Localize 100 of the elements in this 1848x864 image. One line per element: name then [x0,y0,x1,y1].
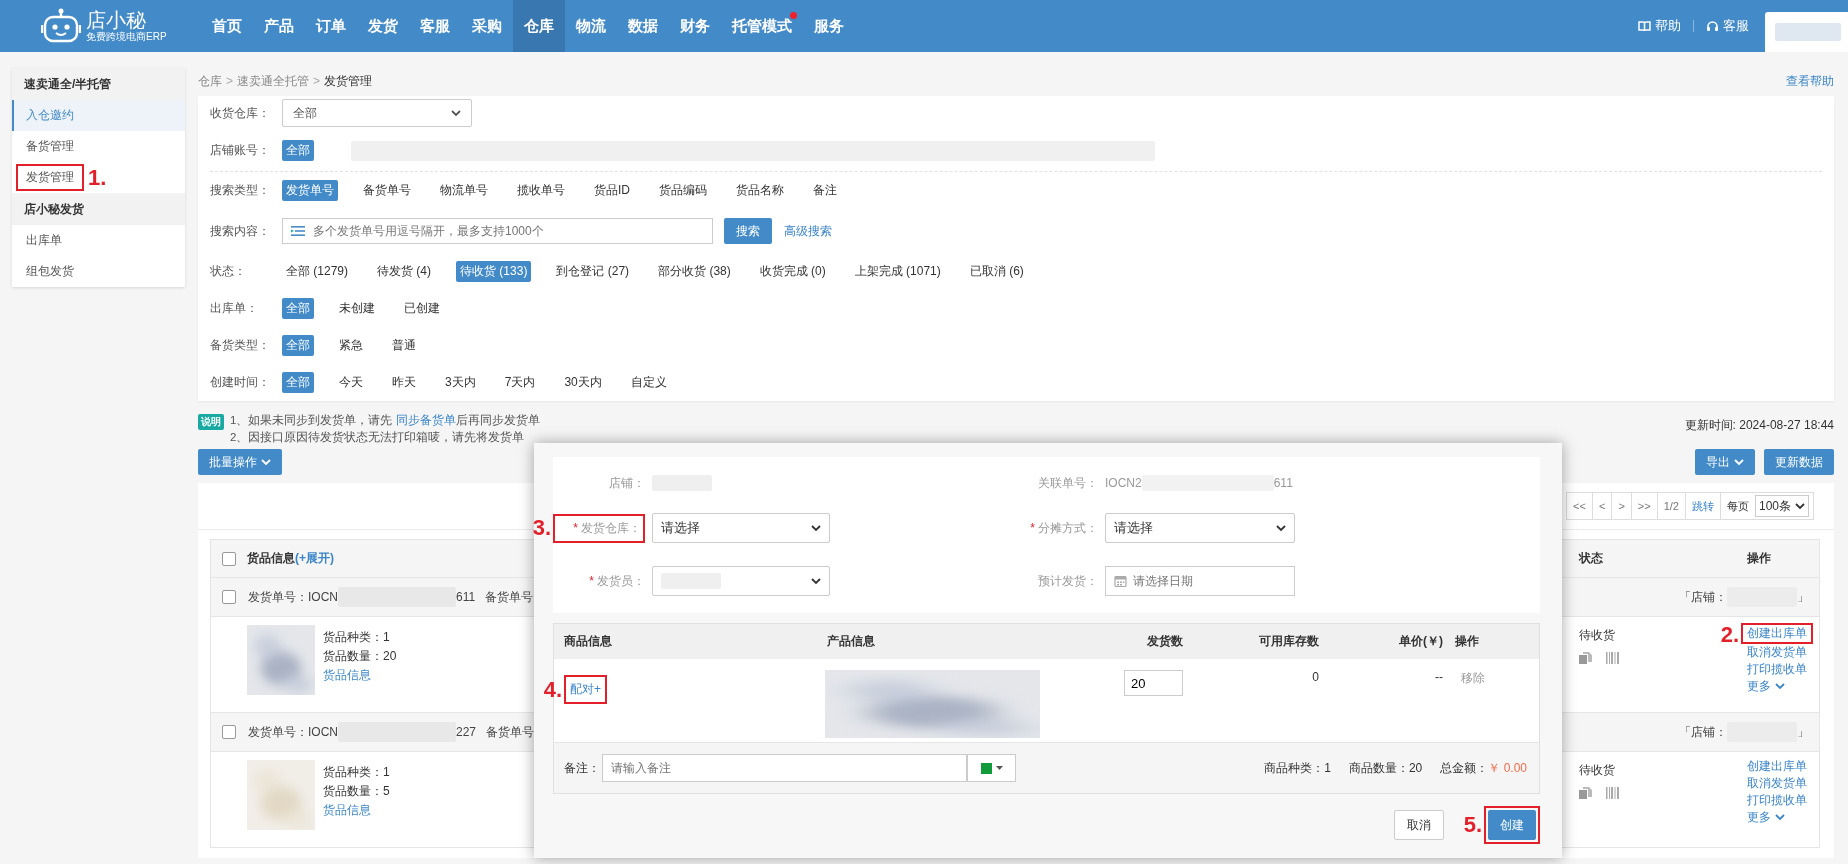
warehouse-select[interactable]: 全部 [282,99,472,127]
filter-option[interactable]: 已创建 [400,298,444,319]
filter-option[interactable]: 待收货 (133) [456,261,532,282]
filter-option[interactable]: 货品ID [590,180,634,201]
filter-option[interactable]: 3天内 [441,372,480,393]
filter-option[interactable]: 全部 [282,372,314,393]
filter-option[interactable]: 上架完成 (1071) [850,261,945,282]
batch-button[interactable]: 批量操作 [198,449,282,475]
filter-option[interactable]: 全部 [282,140,314,161]
page-indicator: 1/2 [1656,493,1685,519]
search-field[interactable]: 多个发货单号用逗号隔开，最多支持1000个 [282,218,713,244]
barcode-icon[interactable] [1606,652,1619,664]
nav-tab[interactable]: 首页 [201,0,253,52]
filter-option[interactable]: 货品名称 [732,180,788,201]
sidebar-item[interactable]: 组包发货 [26,263,74,280]
select-field[interactable]: 请选择 [652,513,830,543]
breadcrumb-link[interactable]: 仓库 [198,73,222,88]
remove-link[interactable]: 移除 [1461,670,1485,687]
sidebar-item[interactable]: 备货管理 [26,138,74,155]
filter-option[interactable]: 昨天 [388,372,420,393]
filter-option[interactable]: 备货单号 [359,180,415,201]
sidebar-item[interactable]: 出库单 [26,232,62,249]
filter-option[interactable]: 全部 (1279) [282,261,353,282]
link[interactable]: 同步备货单 [395,414,456,426]
nav-tab[interactable]: 托管模式 [721,0,803,52]
quantity-field[interactable]: 20 [1124,670,1183,696]
jump-button[interactable]: 跳转 [1684,493,1720,519]
nav-tab[interactable]: 仓库 [513,0,565,52]
support-link[interactable]: 客服 [1706,17,1749,35]
checkbox[interactable] [222,590,236,604]
action-link[interactable]: 更多 [1747,678,1785,695]
filter-option[interactable]: 已取消 (6) [965,261,1028,282]
nav-tab[interactable]: 发货 [357,0,409,52]
filter-option[interactable]: 发货单号 [282,180,338,201]
page-button[interactable]: > [1611,493,1631,519]
nav-tab[interactable]: 采购 [461,0,513,52]
nav-tab[interactable]: 数据 [617,0,669,52]
action-link[interactable]: 创建出库单 [1747,625,1807,642]
nav-tab[interactable]: 产品 [253,0,305,52]
advanced-search-link[interactable]: 高级搜索 [784,222,832,240]
action-link[interactable]: 打印揽收单 [1747,661,1807,678]
export-button[interactable]: 导出 [1695,449,1755,475]
color-dropdown[interactable] [967,754,1016,782]
breadcrumb-link[interactable]: 发货管理 [324,73,373,88]
filter-option[interactable]: 7天内 [500,372,540,393]
filter-option[interactable]: 普通 [388,335,420,356]
help-link[interactable]: 帮助 [1638,17,1681,35]
filter-option[interactable]: 备注 [809,180,841,201]
bracket: 」 [1797,723,1809,741]
sidebar-item[interactable]: 发货管理 [26,169,74,186]
date-field[interactable]: 请选择日期 [1105,566,1295,596]
filter-option[interactable]: 物流单号 [436,180,492,201]
refresh-button[interactable]: 更新数据 [1764,449,1834,475]
filter-option[interactable]: 待发货 (4) [373,261,436,282]
create-button[interactable]: 创建 [1488,810,1536,840]
checkbox[interactable] [222,725,236,739]
pair-link[interactable]: 配对+ [570,681,601,698]
barcode-icon[interactable] [1606,787,1619,799]
filter-option[interactable]: 未创建 [335,298,379,319]
nav-tab[interactable]: 客服 [409,0,461,52]
filter-option[interactable]: 全部 [282,298,314,319]
breadcrumb-link[interactable]: 速卖通全托管 [237,73,309,88]
filter-option[interactable]: 30天内 [560,372,606,393]
action-link[interactable]: 取消发货单 [1747,644,1807,661]
action-link[interactable]: 更多 [1747,809,1785,826]
checkbox[interactable] [222,551,236,566]
sidebar-item[interactable]: 入仓邀约 [26,107,74,124]
filter-option[interactable]: 揽收单号 [513,180,569,201]
filter-label: 店铺账号： [210,142,271,159]
filter-option[interactable]: 自定义 [626,372,671,393]
select-field[interactable] [652,566,830,596]
action-link[interactable]: 创建出库单 [1747,758,1807,775]
cancel-button[interactable]: 取消 [1394,810,1444,840]
nav-tab[interactable]: 财务 [669,0,721,52]
select-field[interactable]: 请选择 [1105,513,1295,543]
page-button[interactable]: >> [1630,493,1657,519]
filter-option[interactable]: 货品编码 [655,180,711,201]
goods-info-link[interactable]: 货品信息 [323,667,397,683]
goods-info-link[interactable]: 货品信息 [323,802,390,818]
filter-option[interactable]: 部分收货 (38) [654,261,735,282]
nav-tab[interactable]: 订单 [305,0,357,52]
page-button[interactable]: < [1591,493,1612,519]
expand-link[interactable]: (+展开) [295,551,334,565]
search-button[interactable]: 搜索 [724,218,772,244]
filter-option[interactable]: 收货完成 (0) [755,261,830,282]
action-link[interactable]: 取消发货单 [1747,775,1807,792]
copy-icon[interactable] [1579,787,1592,799]
filter-option[interactable]: 到仓登记 (27) [552,261,634,282]
page-button[interactable]: << [1567,493,1592,519]
copy-icon[interactable] [1579,652,1592,664]
help-link[interactable]: 查看帮助 [1786,72,1834,90]
per-page-select[interactable]: 100条 [1754,495,1809,517]
select-value: 请选择 [1114,519,1153,537]
nav-tab[interactable]: 物流 [565,0,617,52]
filter-option[interactable]: 全部 [282,335,314,356]
action-link[interactable]: 打印揽收单 [1747,792,1807,809]
filter-option[interactable]: 紧急 [335,335,367,356]
nav-tab[interactable]: 服务 [803,0,855,52]
filter-option[interactable]: 今天 [335,372,367,393]
remark-field[interactable]: 请输入备注 [602,754,967,782]
